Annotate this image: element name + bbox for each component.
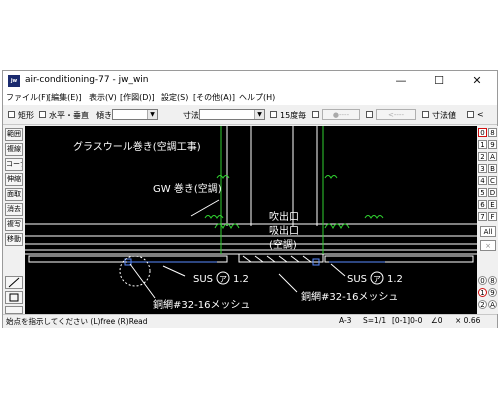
hv-checkbox[interactable] (39, 111, 46, 118)
app-icon: jw (8, 75, 20, 87)
tilt-combo[interactable]: ▼ (112, 109, 158, 120)
status-angle[interactable]: ∠0 (431, 316, 443, 325)
circle-tool-icon[interactable] (5, 306, 23, 314)
chevron-down-icon: ▼ (254, 110, 264, 119)
layer-group-btn[interactable]: 7 (478, 212, 487, 221)
drawing-canvas[interactable]: グラスウール巻き(空調工事) GW 巻き(空調) 吹出口 吸出口 (空調) SU… (25, 126, 477, 314)
lt-label: < (477, 110, 484, 119)
rect-label: 矩形 (18, 111, 34, 120)
dimval-checkbox[interactable] (422, 111, 429, 118)
tool-chamfer[interactable]: 面取 (5, 188, 23, 201)
rect-tool-icon[interactable] (5, 291, 23, 304)
snap2-checkbox[interactable] (366, 111, 373, 118)
tool-range[interactable]: 範囲 (5, 128, 23, 141)
window-title: air-conditioning-77 - jw_win (25, 75, 149, 85)
tool-copy[interactable]: 複写 (5, 218, 23, 231)
label-sus-right: SUS (347, 274, 367, 285)
circle-dash-button[interactable]: ●---- (322, 109, 360, 120)
app-window: jw air-conditioning-77 - jw_win — ☐ ✕ ファ… (2, 70, 498, 328)
label-outlet: 吹出口 (269, 210, 299, 223)
snap1-checkbox[interactable] (312, 111, 319, 118)
tilt-label: 傾き (96, 111, 112, 120)
label-sus-left-mark: ア (219, 275, 227, 284)
status-layer[interactable]: [0-1]0-0 (392, 316, 422, 325)
maximize-button[interactable]: ☐ (423, 71, 455, 91)
left-tool-panel: 範囲 複線 コーナー 伸縮 面取 消去 複写 移動 (3, 126, 25, 314)
tool-move[interactable]: 移動 (5, 233, 23, 246)
layer-btn[interactable]: 9 (488, 288, 497, 297)
layer-group-btn[interactable]: 6 (478, 200, 487, 209)
dim-combo[interactable]: ▼ (199, 109, 265, 120)
layer-panel: 0 8 1 9 2 A 3 B 4 C 5 D 6 E 7 F All × 0 … (478, 126, 498, 314)
label-sus-left-val: 1.2 (233, 274, 249, 285)
layer-group-btn[interactable]: 4 (478, 176, 487, 185)
tool-corner[interactable]: コーナー (5, 158, 23, 171)
layer-group-btn[interactable]: 8 (488, 128, 497, 137)
tool-stretch[interactable]: 伸縮 (5, 173, 23, 186)
status-paper-size[interactable]: A-3 (339, 316, 351, 325)
label-ac: (空調) (269, 238, 297, 251)
label-inlet: 吸出口 (269, 224, 299, 237)
layer-group-btn[interactable]: 9 (488, 140, 497, 149)
close-icon[interactable]: × (480, 240, 496, 251)
menu-edit[interactable]: [編集(E)] (48, 92, 82, 103)
label-sus-left: SUS (193, 274, 213, 285)
close-button[interactable]: ✕ (461, 71, 493, 91)
layer-group-btn[interactable]: 5 (478, 188, 487, 197)
status-bar: 始点を指示してください (L)free (R)Read A-3 S=1/1 [0… (3, 314, 497, 328)
menu-file[interactable]: ファイル(F) (6, 92, 49, 103)
layer-btn[interactable]: 8 (488, 276, 497, 285)
layer-group-btn[interactable]: C (488, 176, 497, 185)
label-gw: GW 巻き(空調) (153, 182, 222, 195)
toolbar: 矩形 水平・垂直 傾き ▼ 寸法 ▼ 15度毎 ●---- <---- 寸法値 … (3, 106, 497, 125)
menu-bar: ファイル(F) [編集(E)] 表示(V) [作図(D)] 設定(S) [その他… (3, 91, 497, 105)
layer-btn[interactable]: 0 (478, 276, 487, 285)
dim-label: 寸法 (183, 111, 199, 120)
layer-btn[interactable]: 2 (478, 300, 487, 309)
lt-checkbox[interactable] (467, 111, 474, 118)
chevron-down-icon: ▼ (147, 110, 157, 119)
deg15-label: 15度毎 (280, 111, 307, 120)
tool-erase[interactable]: 消去 (5, 203, 23, 216)
status-scale[interactable]: S=1/1 (363, 316, 386, 325)
status-hint: 始点を指示してください (L)free (R)Read (6, 317, 148, 326)
layer-group-btn[interactable]: B (488, 164, 497, 173)
label-sus-right-val: 1.2 (387, 274, 403, 285)
menu-other[interactable]: [その他(A)] (193, 92, 235, 103)
layer-btn[interactable]: A (488, 300, 497, 309)
dimval-label: 寸法値 (432, 111, 456, 120)
menu-view[interactable]: 表示(V) (89, 92, 117, 103)
layer-group-btn[interactable]: D (488, 188, 497, 197)
crosshatch (242, 255, 312, 263)
label-mesh-left: 銅網#32-16メッシュ (153, 298, 250, 311)
label-mesh-right: 銅網#32-16メッシュ (301, 290, 398, 303)
label-glass-wool: グラスウール巻き(空調工事) (73, 140, 201, 153)
menu-help[interactable]: ヘルプ(H) (239, 92, 275, 103)
layer-group-btn[interactable]: 3 (478, 164, 487, 173)
menu-settings[interactable]: 設定(S) (161, 92, 188, 103)
label-sus-right-mark: ア (373, 275, 381, 284)
arrow-dash-button[interactable]: <---- (376, 109, 416, 120)
tool-offset[interactable]: 複線 (5, 143, 23, 156)
layer-group-btn[interactable]: 2 (478, 152, 487, 161)
layer-group-btn[interactable]: A (488, 152, 497, 161)
status-zoom[interactable]: × 0.66 (455, 316, 480, 325)
menu-draw[interactable]: [作図(D)] (120, 92, 155, 103)
deg15-checkbox[interactable] (270, 111, 277, 118)
line-tool-icon[interactable] (5, 276, 23, 289)
minimize-button[interactable]: — (385, 71, 417, 91)
title-bar[interactable]: jw air-conditioning-77 - jw_win — ☐ ✕ (3, 71, 497, 91)
cad-drawing: グラスウール巻き(空調工事) GW 巻き(空調) 吹出口 吸出口 (空調) SU… (25, 126, 477, 311)
all-layers-button[interactable]: All (480, 226, 496, 237)
layer-group-btn[interactable]: F (488, 212, 497, 221)
hv-label: 水平・垂直 (49, 111, 89, 120)
rect-checkbox[interactable] (8, 111, 15, 118)
layer-group-btn[interactable]: 1 (478, 140, 487, 149)
layer-group-btn[interactable]: E (488, 200, 497, 209)
layer-group-btn[interactable]: 0 (478, 128, 487, 137)
layer-btn[interactable]: 1 (478, 288, 487, 297)
